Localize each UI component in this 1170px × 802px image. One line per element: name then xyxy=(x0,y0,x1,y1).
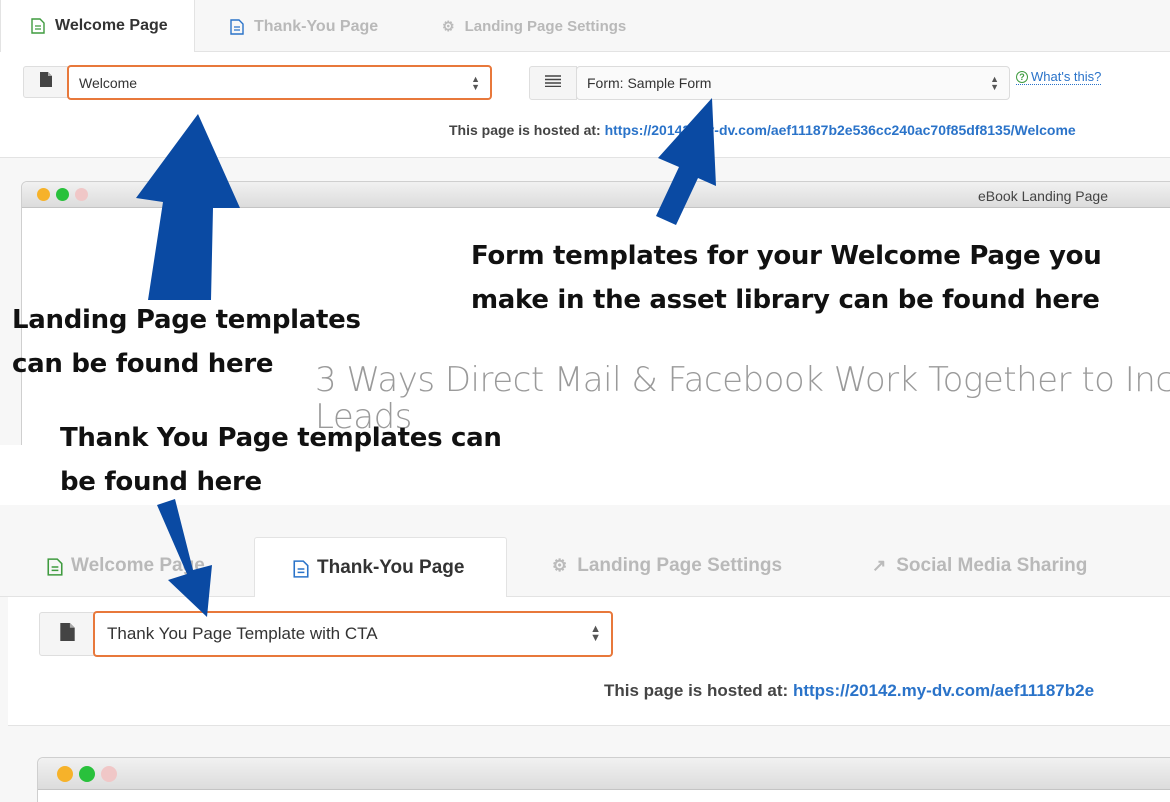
hosted-label: This page is hosted at: xyxy=(604,681,789,700)
help-link-text: What's this? xyxy=(1031,69,1102,84)
tab-landing-page-settings[interactable]: ⚙ Landing Page Settings xyxy=(442,0,626,53)
note-line: Landing Page templates xyxy=(12,305,361,335)
template-icon-box xyxy=(23,66,68,98)
tab-label: Landing Page Settings xyxy=(577,555,783,576)
question-icon: ? xyxy=(1016,70,1028,83)
share-icon: ↗ xyxy=(872,556,887,575)
select-caret-icon: ▲ ▼ xyxy=(590,623,601,644)
hosted-at: This page is hosted at: https://20142.my… xyxy=(449,122,1076,138)
list-icon xyxy=(545,74,561,92)
preview-headline-line-1: 3 Ways Direct Mail & Facebook Work Toget… xyxy=(315,360,1170,400)
tab-thank-you-page[interactable]: Thank-You Page xyxy=(230,0,378,53)
select-caret-icon: ▲ ▼ xyxy=(471,73,480,92)
note-line: make in the asset library can be found h… xyxy=(471,285,1100,316)
tab-landing-page-settings[interactable]: ⚙ Landing Page Settings xyxy=(552,535,782,597)
template-controls: Welcome ▲ ▼ Form: Sample Form ▲ ▼ ? What's… xyxy=(0,52,1170,158)
file-icon xyxy=(59,622,75,646)
select-value: Thank You Page Template with CTA xyxy=(107,624,378,643)
tab-social-media-sharing[interactable]: ↗ Social Media Sharing xyxy=(872,535,1087,597)
document-icon xyxy=(47,558,63,576)
hosted-url-link[interactable]: https://20142.my-dv.com/aef11187b2e xyxy=(793,681,1094,700)
tab-label: Thank-You Page xyxy=(254,17,379,35)
form-select[interactable]: Form: Sample Form ▲ ▼ xyxy=(576,66,1010,100)
tab-label: Social Media Sharing xyxy=(896,555,1088,576)
document-icon xyxy=(230,18,244,35)
whats-this-link[interactable]: ? What's this? xyxy=(1016,69,1102,85)
close-dot-icon xyxy=(75,188,88,201)
window-chrome xyxy=(38,758,1170,790)
select-value: Welcome xyxy=(79,74,138,91)
hosted-label: This page is hosted at: xyxy=(449,122,601,138)
tab-bar: Welcome Page Thank-You Page ⚙ Landing Pa… xyxy=(0,0,1170,53)
gears-icon: ⚙ xyxy=(552,556,568,575)
thank-you-page-editor: Welcome Page Thank-You Page ⚙ Landing Pa… xyxy=(0,505,1170,802)
tab-label: Landing Page Settings xyxy=(464,18,627,35)
form-icon-box xyxy=(529,66,577,100)
form-templates-note: Form templates for your Welcome Page you… xyxy=(471,234,1102,322)
hosted-url-link[interactable]: https://20142.my-dv.com/aef11187b2e536cc… xyxy=(605,122,1076,138)
note-line: can be found here xyxy=(12,349,274,380)
template-controls: Thank You Page Template with CTA ▲ ▼ This… xyxy=(8,597,1170,726)
maximize-dot-icon xyxy=(79,766,95,782)
note-line: Thank You Page templates can xyxy=(60,423,502,453)
template-icon-box xyxy=(39,612,95,656)
note-line: be found here xyxy=(60,467,262,498)
minimize-dot-icon xyxy=(57,766,73,782)
page-preview-window xyxy=(37,757,1170,802)
tab-welcome-page[interactable]: Welcome Page xyxy=(0,0,195,53)
minimize-dot-icon xyxy=(37,188,50,201)
thank-you-templates-note: Thank You Page templates can be found he… xyxy=(60,416,502,504)
window-chrome: eBook Landing Page xyxy=(22,182,1170,208)
tab-label: Welcome Page xyxy=(55,17,168,34)
select-value: Form: Sample Form xyxy=(587,75,712,91)
file-icon xyxy=(39,72,52,92)
document-icon xyxy=(31,18,45,34)
gears-icon: ⚙ xyxy=(442,18,455,34)
hosted-at: This page is hosted at: https://20142.my… xyxy=(604,681,1094,701)
landing-template-select[interactable]: Welcome ▲ ▼ xyxy=(67,65,492,100)
tab-label: Thank-You Page xyxy=(317,556,465,578)
landing-templates-note: Landing Page templates can be found here xyxy=(12,298,361,386)
tab-welcome-page[interactable]: Welcome Page xyxy=(47,535,205,597)
note-line: Form templates for your Welcome Page you xyxy=(471,241,1102,271)
close-dot-icon xyxy=(101,766,117,782)
tab-bar: Welcome Page Thank-You Page ⚙ Landing Pa… xyxy=(0,505,1170,598)
maximize-dot-icon xyxy=(56,188,69,201)
preview-title: eBook Landing Page xyxy=(978,188,1108,204)
select-caret-icon: ▲ ▼ xyxy=(990,74,999,92)
tab-thank-you-page[interactable]: Thank-You Page xyxy=(254,537,507,598)
tab-label: Welcome Page xyxy=(71,555,205,576)
thank-you-template-select[interactable]: Thank You Page Template with CTA ▲ ▼ xyxy=(93,611,613,657)
document-icon xyxy=(293,559,309,578)
